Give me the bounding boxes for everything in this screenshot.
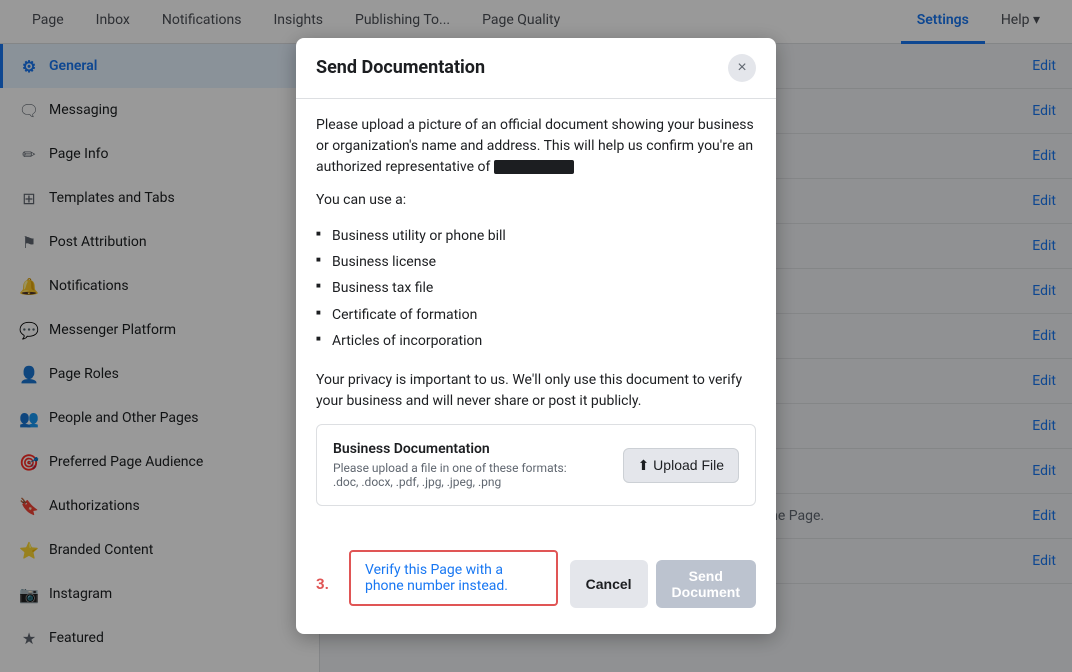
- upload-file-button[interactable]: ⬆ Upload File: [623, 448, 739, 483]
- modal-overlay[interactable]: Send Documentation × Please upload a pic…: [0, 0, 1072, 672]
- modal-body: Please upload a picture of an official d…: [296, 99, 776, 539]
- footer-buttons: Cancel Send Document: [570, 560, 756, 608]
- doc-type-4: Certificate of formation: [316, 302, 756, 328]
- doc-type-5: Articles of incorporation: [316, 328, 756, 354]
- send-documentation-modal: Send Documentation × Please upload a pic…: [296, 38, 776, 635]
- upload-box-title: Business Documentation: [333, 441, 567, 457]
- modal-footer: 3. Verify this Page with a phone number …: [296, 538, 776, 634]
- privacy-note: Your privacy is important to us. We'll o…: [316, 370, 756, 412]
- doc-type-2: Business license: [316, 249, 756, 275]
- upload-box: Business Documentation Please upload a f…: [316, 424, 756, 506]
- modal-intro-text: Please upload a picture of an official d…: [316, 115, 756, 178]
- cancel-button[interactable]: Cancel: [570, 560, 648, 608]
- modal-title: Send Documentation: [316, 57, 485, 78]
- you-can-use-label: You can use a:: [316, 190, 756, 211]
- modal-close-button[interactable]: ×: [728, 54, 756, 82]
- step-number: 3.: [316, 575, 329, 593]
- redacted-name: [494, 160, 574, 174]
- send-document-button[interactable]: Send Document: [656, 560, 756, 608]
- upload-box-formats: Please upload a file in one of these for…: [333, 461, 567, 489]
- verify-phone-link[interactable]: Verify this Page with a phone number ins…: [365, 562, 542, 594]
- verify-footer-row: 3. Verify this Page with a phone number …: [316, 550, 756, 618]
- doc-type-1: Business utility or phone bill: [316, 223, 756, 249]
- document-types-list: Business utility or phone bill Business …: [316, 223, 756, 355]
- verify-link-container: Verify this Page with a phone number ins…: [349, 550, 558, 606]
- upload-box-info: Business Documentation Please upload a f…: [333, 441, 567, 489]
- modal-header: Send Documentation ×: [296, 38, 776, 99]
- doc-type-3: Business tax file: [316, 275, 756, 301]
